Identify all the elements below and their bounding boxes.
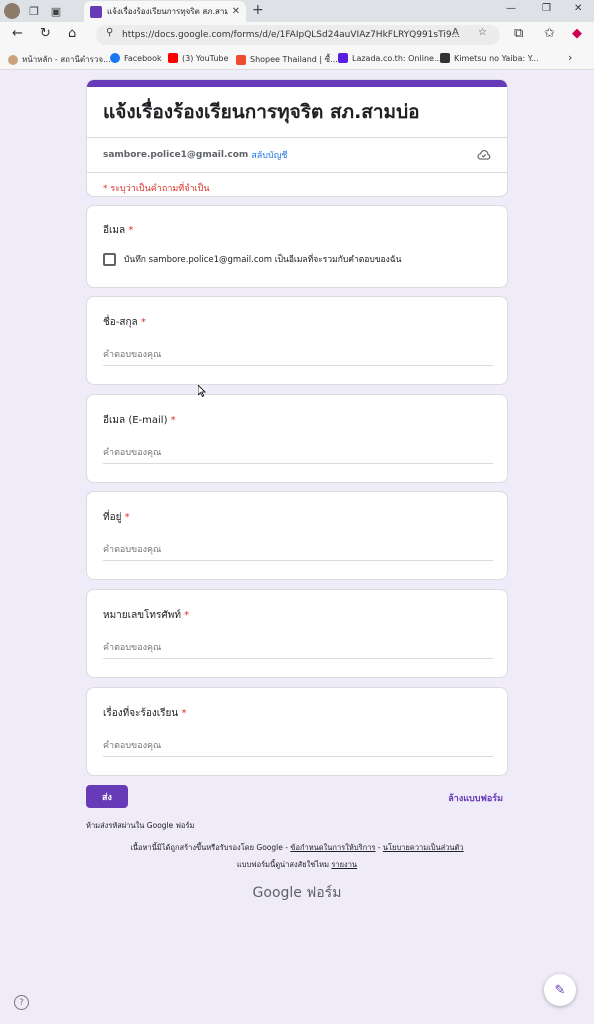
bookmark-label: Kimetsu no Yaiba: Y... (454, 53, 539, 63)
question-card-address: ที่อยู่ * คำตอบของคุณ (86, 491, 508, 580)
address-bar[interactable]: ⚲ https://docs.google.com/forms/d/e/1FAI… (96, 25, 500, 45)
bookmark-item[interactable]: หน้าหลัก - สถานีตำรวจ... (8, 53, 111, 66)
privacy-link[interactable]: นโยบายความเป็นส่วนตัว (383, 843, 464, 852)
disclaimer-text: เนื้อหานี้มิได้ถูกสร้างขึ้นหรือรับรองโดย… (130, 843, 288, 852)
copilot-icon[interactable]: ◆ (572, 26, 582, 41)
back-icon[interactable]: ← (12, 26, 23, 41)
favorites-icon[interactable]: ✩ (544, 26, 555, 41)
question-title: หมายเลขโทรศัพท์ * (103, 608, 189, 623)
home-icon[interactable]: ⌂ (68, 26, 76, 41)
forms-favicon-icon (90, 5, 102, 18)
lazada-icon (338, 53, 348, 63)
read-aloud-icon[interactable]: A (452, 27, 459, 38)
question-title-text: ชื่อ-สกุล (103, 317, 138, 328)
bookmarks-more-chevron-icon[interactable]: › (568, 51, 572, 64)
form-title: แจ้งเรื่องร้องเรียนการทุจริต สภ.สามบ่อ (103, 101, 420, 123)
kimetsu-icon (440, 53, 450, 63)
question-title-text: ที่อยู่ (103, 512, 122, 523)
extensions-icon[interactable]: ⧉ (514, 26, 523, 41)
required-mark: * (181, 708, 187, 719)
mouse-cursor-icon (198, 385, 206, 397)
question-card-name: ชื่อ-สกุล * คำตอบของคุณ (86, 296, 508, 385)
question-title-text: อีเมล (E-mail) (103, 415, 168, 426)
google-forms-logo[interactable]: Google ฟอร์ม (0, 882, 594, 904)
question-title: ชื่อ-สกุล * (103, 315, 146, 330)
suspicious-text: แบบฟอร์มนี้ดูน่าสงสัยใช่ไหม (236, 860, 330, 869)
question-title: ที่อยู่ * (103, 510, 130, 525)
required-note: * ระบุว่าเป็นคำถามที่จำเป็น (103, 184, 210, 194)
refresh-icon[interactable]: ↻ (40, 26, 51, 41)
bookmark-label: (3) YouTube (182, 53, 229, 63)
question-card-complaint: เรื่องที่จะร้องเรียน * คำตอบของคุณ (86, 687, 508, 776)
tab-title: แจ้งเรื่องร้องเรียนการทุจริต สภ.สามบ่อ (107, 7, 228, 16)
bookmark-item[interactable]: Shopee Thailand | ซื้... (236, 53, 338, 66)
checkbox-label: บันทึก sambore.police1@gmail.com เป็นอีเ… (124, 255, 402, 265)
required-mark: * (170, 415, 176, 426)
required-mark: * (140, 317, 146, 328)
workspaces-icon[interactable]: ❐ (26, 3, 42, 19)
complaint-input[interactable]: คำตอบของคุณ (103, 740, 493, 757)
question-title: อีเมล (E-mail) * (103, 413, 176, 428)
email-question-card: อีเมล * บันทึก sambore.police1@gmail.com… (86, 205, 508, 288)
suspicious-line: แบบฟอร์มนี้ดูน่าสงสัยใช่ไหม รายงาน (0, 859, 594, 871)
email-input[interactable]: คำตอบของคุณ (103, 447, 493, 464)
bookmark-label: Lazada.co.th: Online... (352, 53, 442, 63)
report-link[interactable]: รายงาน (331, 860, 357, 869)
submit-button[interactable]: ส่ง (86, 785, 128, 808)
phone-input[interactable]: คำตอบของคุณ (103, 642, 493, 659)
separator: - (377, 843, 381, 852)
new-tab-button[interactable]: + (252, 2, 264, 18)
account-row: sambore.police1@gmail.com สลับบัญชี (87, 138, 507, 172)
minimize-icon[interactable]: — (506, 3, 516, 14)
close-window-icon[interactable]: ✕ (574, 3, 582, 14)
bookmark-item[interactable]: (3) YouTube (168, 53, 228, 63)
question-title-text: หมายเลขโทรศัพท์ (103, 610, 181, 621)
bookmark-item[interactable]: Facebook (110, 53, 162, 63)
favorite-star-icon[interactable]: ☆ (478, 27, 487, 38)
form-accent-bar (87, 80, 507, 87)
no-password-note: ห้ามส่งรหัสผ่านใน Google ฟอร์ม (86, 821, 195, 830)
question-title-text: อีเมล (103, 225, 126, 236)
question-title: อีเมล * (103, 223, 133, 238)
browser-toolbar: ← ↻ ⌂ ⚲ https://docs.google.com/forms/d/… (0, 22, 594, 48)
youtube-icon (168, 53, 178, 63)
browser-tab-active[interactable]: แจ้งเรื่องร้องเรียนการทุจริต สภ.สามบ่อ ✕ (84, 1, 246, 22)
question-card-phone: หมายเลขโทรศัพท์ * คำตอบของคุณ (86, 589, 508, 678)
profile-avatar[interactable] (4, 3, 20, 19)
required-mark: * (128, 225, 134, 236)
question-title: เรื่องที่จะร้องเรียน * (103, 706, 186, 721)
required-mark: * (184, 610, 190, 621)
close-tab-icon[interactable]: ✕ (232, 6, 240, 17)
facebook-icon (110, 53, 120, 63)
edit-pencil-icon[interactable]: ✎ (544, 974, 576, 1006)
account-email: sambore.police1@gmail.com (103, 150, 249, 160)
bookmark-item[interactable]: Kimetsu no Yaiba: Y... (440, 53, 539, 63)
bookmark-label: หน้าหลัก - สถานีตำรวจ... (22, 55, 111, 64)
bookmark-label: Shopee Thailand | ซื้... (250, 55, 338, 64)
bookmark-item[interactable]: Lazada.co.th: Online... (338, 53, 442, 63)
form-header-card: แจ้งเรื่องร้องเรียนการทุจริต สภ.สามบ่อ s… (86, 79, 508, 197)
switch-account-link[interactable]: สลับบัญชี (251, 148, 287, 162)
restore-icon[interactable]: ❐ (542, 3, 551, 14)
required-mark: * (124, 512, 130, 523)
cloud-save-icon (477, 150, 491, 160)
help-icon[interactable]: ? (14, 995, 29, 1010)
tab-actions-icon[interactable]: ▣ (48, 3, 64, 19)
name-input[interactable]: คำตอบของคุณ (103, 349, 493, 366)
question-card-email: อีเมล (E-mail) * คำตอบของคุณ (86, 394, 508, 483)
bookmark-label: Facebook (124, 53, 162, 63)
bookmarks-bar: หน้าหลัก - สถานีตำรวจ... Facebook (3) Yo… (0, 48, 594, 70)
clear-form-button[interactable]: ล้างแบบฟอร์ม (448, 791, 503, 805)
question-title-text: เรื่องที่จะร้องเรียน (103, 708, 179, 719)
record-email-checkbox-row[interactable]: บันทึก sambore.police1@gmail.com เป็นอีเ… (103, 252, 401, 266)
terms-link[interactable]: ข้อกำหนดในการให้บริการ (290, 843, 375, 852)
shopee-icon (236, 54, 246, 65)
police-favicon-icon (8, 54, 18, 65)
address-input[interactable]: คำตอบของคุณ (103, 544, 493, 561)
address-url: https://docs.google.com/forms/d/e/1FAIpQ… (122, 30, 461, 40)
disclaimer-line: เนื้อหานี้มิได้ถูกสร้างขึ้นหรือรับรองโดย… (0, 842, 594, 854)
record-email-checkbox[interactable] (103, 252, 116, 266)
site-info-icon[interactable]: ⚲ (106, 27, 113, 38)
